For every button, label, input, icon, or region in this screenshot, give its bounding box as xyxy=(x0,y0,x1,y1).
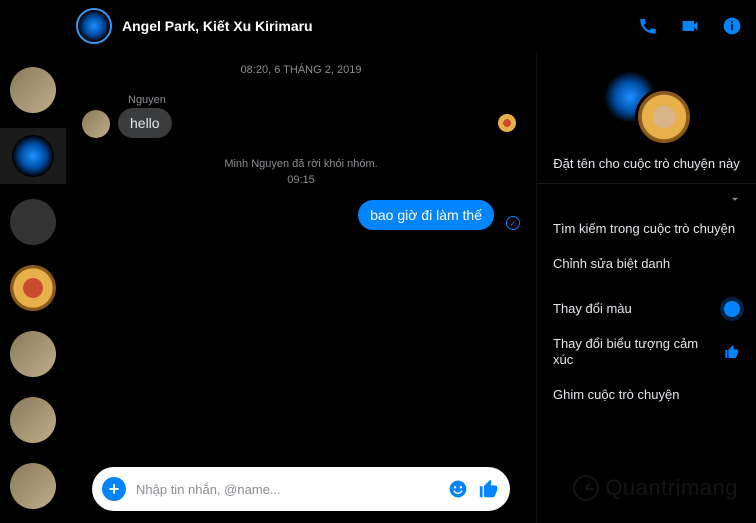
sender-avatar-icon xyxy=(82,110,110,138)
chat-area: 08:20, 6 THÁNG 2, 2019 Nguyen hello Minh… xyxy=(66,52,536,523)
system-message: Minh Nguyen đã rời khỏi nhóm. xyxy=(82,158,520,170)
color-dot-icon xyxy=(724,301,740,317)
option-search-in-conversation[interactable]: Tìm kiếm trong cuộc trò chuyện xyxy=(537,212,756,247)
conversation-title: Angel Park, Kiết Xu Kirimaru xyxy=(122,18,628,34)
avatar-icon xyxy=(10,133,56,179)
sidebar-item-conv-2[interactable] xyxy=(0,194,66,250)
time-separator: 09:15 xyxy=(82,174,520,186)
avatar-icon xyxy=(10,331,56,377)
avatar-icon xyxy=(10,199,56,245)
avatar-icon xyxy=(10,67,56,113)
avatar-icon xyxy=(10,397,56,443)
group-avatar-icon xyxy=(601,68,693,146)
sent-indicator-icon xyxy=(506,216,520,230)
avatar-icon xyxy=(10,463,56,509)
name-conversation-hint[interactable]: Đặt tên cho cuộc trò chuyện này xyxy=(553,156,739,173)
conversation-header: Angel Park, Kiết Xu Kirimaru xyxy=(66,0,756,52)
thumbs-up-icon[interactable] xyxy=(478,478,500,500)
message-row-out: bao giờ đi làm thế xyxy=(82,200,520,230)
avatar-icon xyxy=(10,265,56,311)
header-avatar-icon xyxy=(76,8,112,44)
details-panel: Đặt tên cho cuộc trò chuyện này Tìm kiếm… xyxy=(536,52,756,523)
video-call-icon[interactable] xyxy=(680,16,700,36)
call-icon[interactable] xyxy=(638,16,658,36)
message-input[interactable] xyxy=(136,482,438,497)
sidebar-item-conv-0[interactable] xyxy=(0,62,66,118)
chevron-down-icon[interactable] xyxy=(728,192,742,206)
sender-name: Nguyen xyxy=(128,94,520,106)
message-row-in: hello xyxy=(82,108,520,138)
sidebar-item-conv-1[interactable] xyxy=(0,128,66,184)
emoji-picker-icon[interactable] xyxy=(448,479,468,499)
option-pin-conversation[interactable]: Ghim cuộc trò chuyện xyxy=(537,378,756,413)
reaction-icon[interactable] xyxy=(498,114,516,132)
option-change-color[interactable]: Thay đổi màu xyxy=(537,292,756,327)
sidebar-item-conv-5[interactable] xyxy=(0,392,66,448)
sidebar-item-conv-4[interactable] xyxy=(0,326,66,382)
conversation-main: Angel Park, Kiết Xu Kirimaru 08:20, 6 TH… xyxy=(66,0,756,523)
option-change-emoji[interactable]: Thay đổi biểu tượng cảm xúc xyxy=(537,327,756,379)
info-icon[interactable] xyxy=(722,16,742,36)
conversation-sidebar xyxy=(0,0,66,523)
option-edit-nicknames[interactable]: Chỉnh sửa biệt danh xyxy=(537,247,756,282)
sidebar-item-conv-3[interactable] xyxy=(0,260,66,316)
sidebar-item-conv-6[interactable] xyxy=(0,458,66,514)
message-bubble-in[interactable]: hello xyxy=(118,108,172,138)
options-list: Tìm kiếm trong cuộc trò chuyện Chỉnh sửa… xyxy=(537,208,756,417)
message-composer: + xyxy=(92,467,510,511)
date-separator: 08:20, 6 THÁNG 2, 2019 xyxy=(82,64,520,76)
add-attachment-button[interactable]: + xyxy=(102,477,126,501)
thumbs-up-icon xyxy=(724,344,740,360)
message-bubble-out[interactable]: bao giờ đi làm thế xyxy=(358,200,494,230)
